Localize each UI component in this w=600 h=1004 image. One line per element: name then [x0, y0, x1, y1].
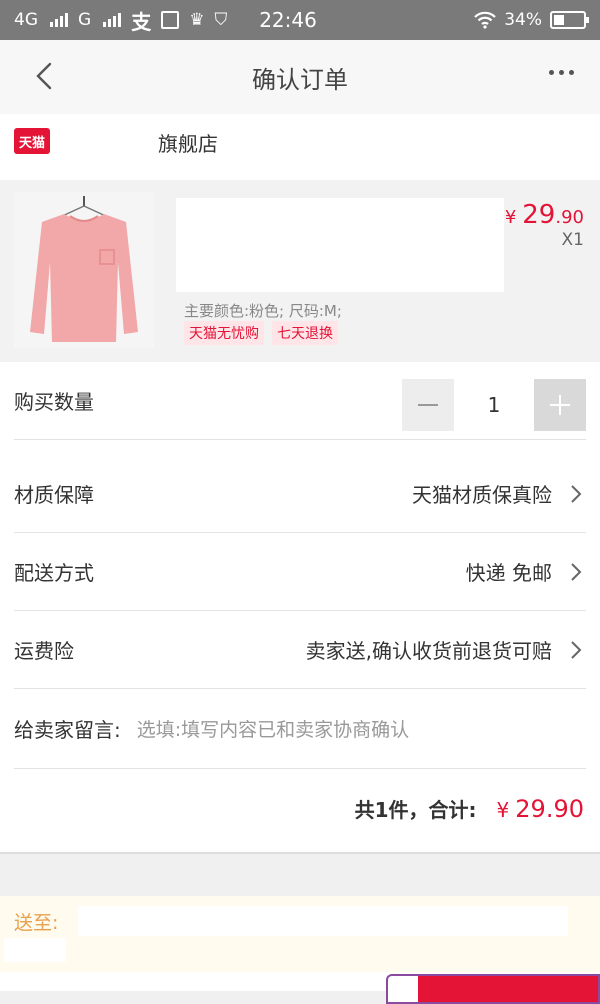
alipay-icon: 支: [131, 9, 152, 34]
plus-icon-vertical: [559, 395, 561, 415]
back-icon[interactable]: [28, 58, 64, 94]
nav-bar: 确认订单: [0, 40, 600, 114]
chevron-right-icon: [571, 641, 582, 659]
summary-count: 共1件，合计:: [354, 798, 477, 822]
price-symbol: ¥: [504, 207, 517, 228]
product-image[interactable]: [14, 192, 154, 348]
more-dots-icon[interactable]: [549, 70, 574, 75]
submit-order-button[interactable]: [386, 974, 600, 1004]
quantity-stepper: 1: [402, 379, 586, 431]
order-options: 购买数量 1 材质保障 天猫材质保真险 配送方式 快递 免邮 运费险 卖家送,确…: [0, 362, 600, 852]
message-label: 给卖家留言:: [14, 718, 121, 742]
message-input[interactable]: 选填:填写内容已和卖家协商确认: [137, 715, 409, 742]
product-card[interactable]: 主要颜色:粉色; 尺码:M; 天猫无忧购 七天退换 ¥ 29 .90 X1: [0, 180, 600, 362]
material-value: 天猫材质保真险: [412, 483, 552, 507]
quantity-value[interactable]: 1: [454, 393, 534, 417]
address-redacted-2: [4, 938, 66, 962]
status-left: 4G G 支 ♛ ⛉ 22:46: [14, 6, 317, 35]
increase-button[interactable]: [534, 379, 586, 431]
signal-icon-2: [103, 13, 122, 27]
decrease-button[interactable]: [402, 379, 454, 431]
bottom-bar: [0, 972, 600, 1004]
product-attributes: 主要颜色:粉色; 尺码:M;: [184, 302, 342, 320]
address-label: 送至:: [14, 912, 59, 934]
network-g-label: G: [78, 10, 92, 30]
notification-icon: [161, 11, 180, 29]
clock: 22:46: [259, 8, 317, 32]
product-title-redacted: [176, 198, 504, 292]
material-guarantee-row[interactable]: 材质保障 天猫材质保真险: [14, 455, 586, 533]
chevron-right-icon: [571, 485, 582, 503]
shipping-insurance-row[interactable]: 运费险 卖家送,确认收货前退货可赔: [14, 611, 586, 689]
price-decimal: .90: [555, 207, 584, 228]
crown-icon: ♛: [189, 10, 205, 30]
delivery-address-bar[interactable]: 送至:: [0, 896, 600, 972]
summary-total: ¥29.90: [497, 795, 584, 823]
wifi-icon: [474, 11, 496, 29]
insurance-value: 卖家送,确认收货前退货可赔: [305, 639, 552, 663]
shield-icon: ⛉: [214, 10, 228, 30]
shop-name[interactable]: 旗舰店: [158, 128, 218, 157]
product-tags: 天猫无忧购 七天退换: [184, 321, 338, 345]
chevron-right-icon: [571, 563, 582, 581]
quantity-label: 购买数量: [14, 390, 94, 414]
total-price-symbol: ¥: [496, 798, 510, 822]
seller-message-row: 给卖家留言: 选填:填写内容已和卖家协商确认: [14, 689, 586, 769]
address-redacted: [78, 906, 568, 936]
tag-seven-day-return: 七天退换: [272, 321, 338, 345]
battery-percent: 34%: [504, 10, 542, 30]
product-quantity-tag: X1: [561, 230, 584, 250]
submit-button-fill: [418, 976, 598, 1002]
status-bar: 4G G 支 ♛ ⛉ 22:46 34%: [0, 0, 600, 40]
tmall-logo-icon: 天猫: [14, 128, 50, 154]
delivery-method-row[interactable]: 配送方式 快递 免邮: [14, 533, 586, 611]
insurance-label: 运费险: [14, 639, 74, 663]
delivery-value: 快递 免邮: [465, 561, 552, 585]
delivery-label: 配送方式: [14, 561, 94, 585]
minus-icon: [418, 404, 438, 406]
tag-worry-free: 天猫无忧购: [184, 321, 264, 345]
material-label: 材质保障: [14, 483, 94, 507]
page-title: 确认订单: [252, 65, 348, 94]
order-summary: 共1件，合计: ¥29.90: [355, 794, 584, 823]
status-right: 34%: [474, 10, 589, 30]
battery-icon: [550, 11, 589, 29]
product-price: ¥ 29 .90: [505, 200, 584, 230]
price-integer: 29: [522, 200, 556, 230]
quantity-row: 购买数量 1: [14, 362, 586, 440]
signal-icon: [50, 13, 68, 27]
shop-header[interactable]: 天猫 旗舰店: [0, 114, 600, 180]
section-divider: [0, 852, 600, 896]
network-4g-label: 4G: [14, 10, 38, 30]
total-price: 29.90: [515, 795, 584, 823]
battery-fill: [554, 15, 564, 25]
